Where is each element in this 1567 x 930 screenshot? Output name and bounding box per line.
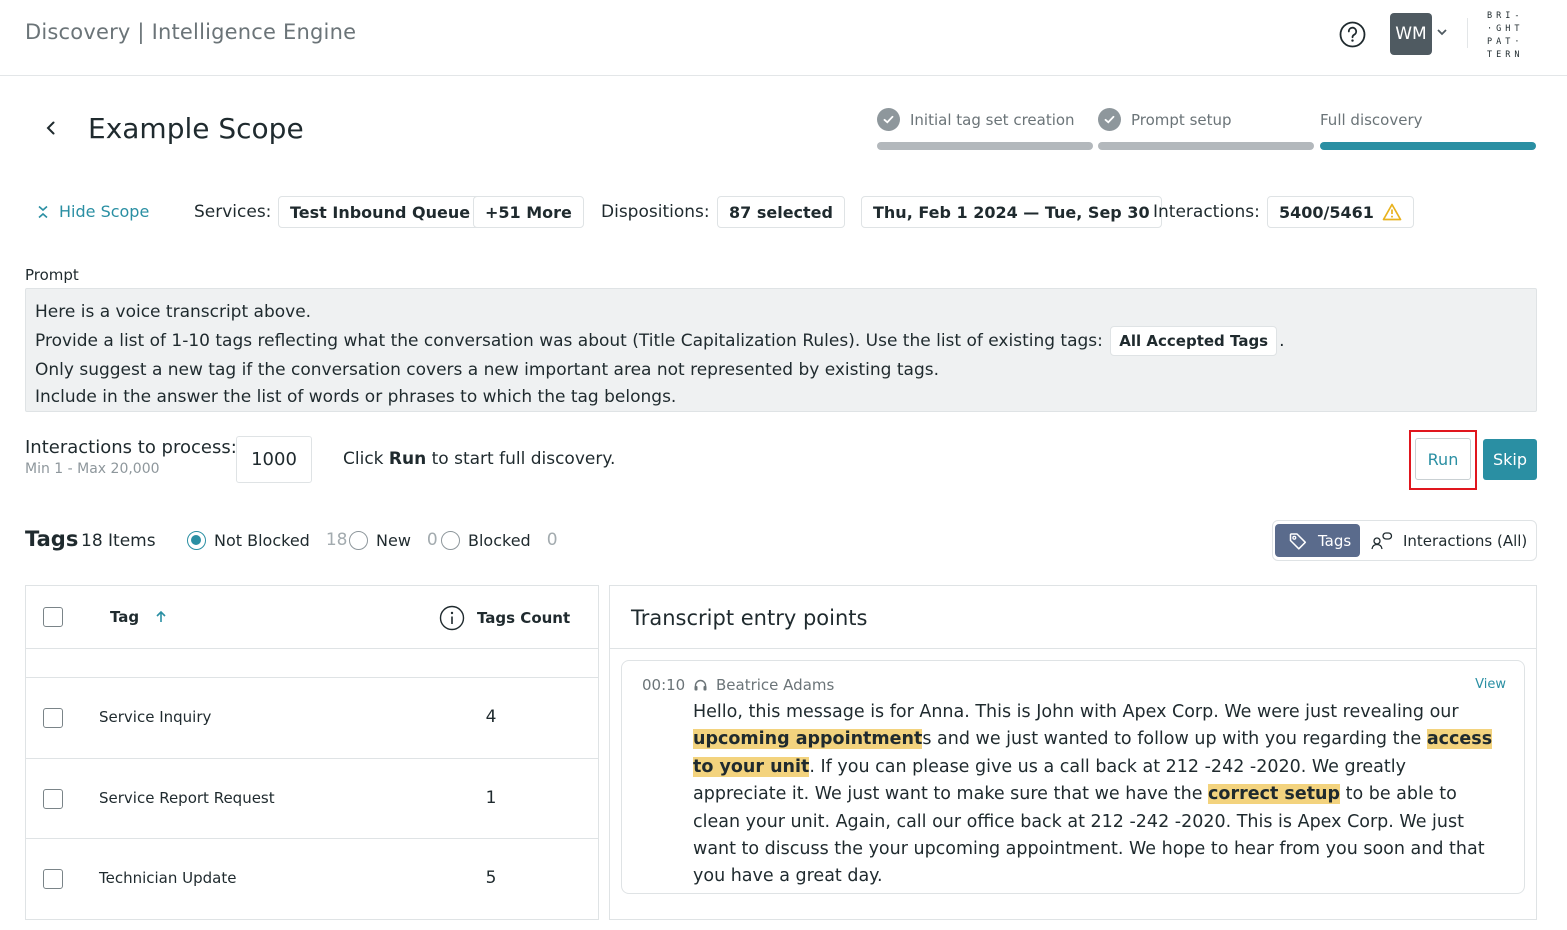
entry-speaker: Beatrice Adams <box>693 676 834 694</box>
tag-icon <box>1289 532 1307 550</box>
skip-button[interactable]: Skip <box>1483 439 1537 480</box>
hide-scope-button[interactable]: Hide Scope <box>37 202 149 221</box>
process-range-hint: Min 1 - Max 20,000 <box>25 461 160 477</box>
count-column-header[interactable]: Tags Count <box>439 605 570 631</box>
chevron-down-icon[interactable] <box>1436 27 1448 37</box>
tags-table: Tag Tags Count Service Inquiry 4 Service… <box>25 585 599 920</box>
interactions-label: Interactions: <box>1153 202 1260 222</box>
prompt-line: Include in the answer the list of words … <box>35 387 677 407</box>
step-bar <box>1320 142 1536 150</box>
highlighted-phrase: upcoming appointment <box>693 729 923 750</box>
page-title: Example Scope <box>88 112 304 145</box>
check-icon <box>1098 108 1121 131</box>
entry-timestamp: 00:10 <box>642 676 686 694</box>
info-icon[interactable] <box>439 605 465 631</box>
tag-count: 4 <box>485 707 497 727</box>
more-services-chip[interactable]: +51 More <box>473 196 584 228</box>
table-row[interactable]: Technician Update 5 <box>26 838 598 919</box>
step-label: Prompt setup <box>1131 111 1232 129</box>
check-icon <box>877 108 900 131</box>
sort-up-icon <box>156 610 166 622</box>
interactions-icon <box>1371 531 1393 549</box>
step-bar <box>1098 142 1314 150</box>
radio[interactable] <box>441 530 460 550</box>
filter-blocked[interactable]: Blocked 0 <box>441 530 558 550</box>
tag-column-header[interactable]: Tag <box>110 608 167 626</box>
step-initial-tag-set: Initial tag set creation <box>877 106 1093 152</box>
table-header: Tag Tags Count <box>26 586 598 649</box>
tags-item-count: 18 Items <box>81 531 156 551</box>
tag-name: Service Inquiry <box>99 708 212 726</box>
radio-selected[interactable] <box>187 530 206 550</box>
tag-name: Service Report Request <box>99 789 275 807</box>
progress-stepper: Initial tag set creation Prompt setup Fu… <box>877 106 1537 152</box>
hide-scope-label: Hide Scope <box>59 202 150 221</box>
process-label: Interactions to process: <box>25 437 237 458</box>
table-row[interactable]: Service Report Request 1 <box>26 758 598 839</box>
tag-name: Technician Update <box>99 869 237 887</box>
date-range-chip[interactable]: Thu, Feb 1 2024 — Tue, Sep 30 <box>861 196 1162 228</box>
divider <box>610 648 1536 649</box>
scope-row: Hide Scope Services: Test Inbound Queue … <box>25 196 1545 228</box>
all-accepted-tags-chip[interactable]: All Accepted Tags <box>1110 326 1278 356</box>
transcript-panel: Transcript entry points 00:10 Beatrice A… <box>609 585 1537 920</box>
filter-not-blocked[interactable]: Not Blocked 18 <box>187 530 347 550</box>
prompt-line: Here is a voice transcript above. <box>35 302 312 322</box>
interactions-to-process-input[interactable] <box>236 436 312 483</box>
transcript-entry: 00:10 Beatrice Adams View Hello, this me… <box>621 660 1525 894</box>
collapse-icon <box>38 205 48 218</box>
row-checkbox[interactable] <box>43 708 63 728</box>
services-label: Services: <box>194 202 272 222</box>
row-checkbox[interactable] <box>43 789 63 809</box>
step-prompt-setup: Prompt setup <box>1098 106 1314 152</box>
step-label: Full discovery <box>1320 111 1423 129</box>
tags-title: Tags <box>25 527 79 551</box>
transcript-text: Hello, this message is for Anna. This is… <box>693 702 1493 887</box>
radio[interactable] <box>349 530 368 550</box>
select-all-checkbox[interactable] <box>43 607 63 627</box>
view-link[interactable]: View <box>1475 677 1506 692</box>
interactions-value: 5400/5461 <box>1279 202 1374 222</box>
step-bar <box>877 142 1093 150</box>
prompt-line: Only suggest a new tag if the conversati… <box>35 360 939 380</box>
headset-icon <box>694 679 707 690</box>
row-checkbox[interactable] <box>43 869 63 889</box>
toggle-interactions[interactable]: Interactions (All) <box>1371 524 1527 557</box>
dispositions-chip[interactable]: 87 selected <box>717 196 845 228</box>
run-hint: Click Run to start full discovery. <box>343 449 616 469</box>
toggle-tags[interactable]: Tags <box>1275 524 1360 557</box>
interactions-chip[interactable]: 5400/5461 <box>1267 196 1414 228</box>
top-bar: Discovery | Intelligence Engine WM BRI- … <box>0 0 1567 76</box>
table-row[interactable]: Service Inquiry 4 <box>26 677 598 758</box>
service-chip[interactable]: Test Inbound Queue <box>278 196 483 228</box>
prompt-line: Provide a list of 1-10 tags reflecting w… <box>35 326 1527 357</box>
help-icon[interactable] <box>1339 21 1366 48</box>
run-button[interactable]: Run <box>1415 438 1471 480</box>
dispositions-label: Dispositions: <box>601 202 710 222</box>
transcript-title: Transcript entry points <box>631 606 868 630</box>
step-full-discovery: Full discovery <box>1320 106 1536 152</box>
back-arrow-icon[interactable] <box>42 119 60 137</box>
prompt-editor[interactable]: Here is a voice transcript above. Provid… <box>25 288 1537 412</box>
view-toggle: Tags Interactions (All) <box>1272 520 1537 561</box>
tag-count: 1 <box>485 788 497 808</box>
warning-icon <box>1382 203 1402 221</box>
filter-new[interactable]: New 0 <box>349 530 438 550</box>
highlighted-phrase: correct setup <box>1208 784 1341 805</box>
divider <box>1467 18 1468 48</box>
step-label: Initial tag set creation <box>910 111 1075 129</box>
brand-logo: BRI- ·GHT PAT· TERN <box>1487 11 1524 60</box>
prompt-label: Prompt <box>25 266 79 284</box>
app-title: Discovery | Intelligence Engine <box>25 20 357 44</box>
tag-count: 5 <box>485 868 497 888</box>
avatar[interactable]: WM <box>1390 13 1432 55</box>
